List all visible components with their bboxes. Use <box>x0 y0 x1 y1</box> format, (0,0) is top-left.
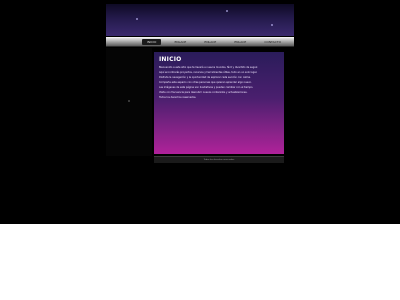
content-paragraph: Aquí encontrarás proyectos, recursos y h… <box>159 71 258 74</box>
star-decoration <box>271 24 273 26</box>
header-banner <box>106 4 294 36</box>
content-paragraph: Bienvenido a este sitio que te llevará a… <box>159 66 258 69</box>
site-container: INICIO ENLACE ENLACE ENLACE CONTACTO INI… <box>106 4 294 170</box>
browser-viewport: INICIO ENLACE ENLACE ENLACE CONTACTO INI… <box>0 0 400 224</box>
content-paragraph: Visita con frecuencia para descubrir nue… <box>159 91 248 94</box>
main-content-panel: INICIO Bienvenido a este sitio que te ll… <box>154 52 284 154</box>
content-paragraph: Comparte este espacio con otras personas… <box>159 81 252 84</box>
nav-item-link-3[interactable]: ENLACE <box>229 39 251 45</box>
left-sidebar <box>106 48 152 156</box>
footer-bar: Todos los derechos reservados <box>154 156 284 163</box>
nav-item-inicio[interactable]: INICIO <box>142 39 162 45</box>
main-navigation: INICIO ENLACE ENLACE ENLACE CONTACTO <box>106 37 294 47</box>
nav-item-contacto[interactable]: CONTACTO <box>259 39 286 45</box>
sidebar-dot-decoration <box>128 100 130 102</box>
content-paragraph: Disfruta la navegación y la oportunidad … <box>159 76 251 79</box>
star-decoration <box>136 18 138 20</box>
star-decoration <box>226 10 228 12</box>
content-paragraph: Las imágenes de esta página son ilustrat… <box>159 86 254 89</box>
page-title: INICIO <box>159 56 182 63</box>
footer-text: Todos los derechos reservados <box>203 159 235 161</box>
nav-item-link-1[interactable]: ENLACE <box>169 39 191 45</box>
nav-item-link-2[interactable]: ENLACE <box>199 39 221 45</box>
content-paragraph: Todos los derechos reservados. <box>159 96 197 99</box>
